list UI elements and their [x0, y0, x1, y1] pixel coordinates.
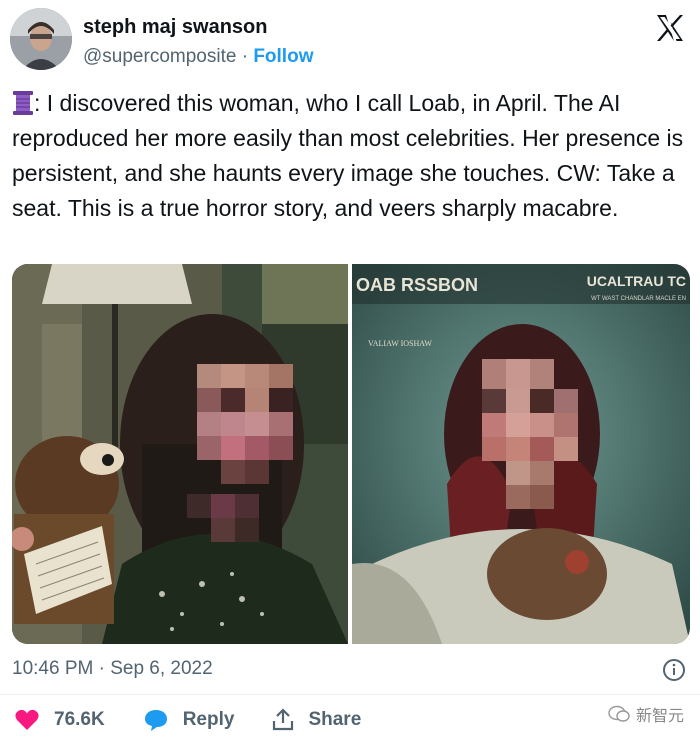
like-button[interactable]: 76.6K: [14, 708, 105, 732]
right-image-title-left: OAB RSSBON: [356, 275, 478, 295]
divider: [0, 694, 700, 695]
tweet-text: : I discovered this woman, who I call Lo…: [12, 86, 692, 226]
share-button[interactable]: Share: [272, 708, 361, 732]
follow-button[interactable]: Follow: [253, 46, 313, 67]
right-image-subtitle: WT WAST CHANDLAR MACLE EN: [591, 296, 686, 302]
info-icon[interactable]: [662, 658, 686, 682]
right-artwork[interactable]: OAB RSSBON UCALTRAU TC WT WAST CHANDLAR …: [352, 264, 690, 644]
left-photo[interactable]: [12, 264, 348, 644]
author-handle-row: @supercomposite · Follow: [83, 46, 313, 68]
action-bar: 76.6K Reply Share: [14, 708, 399, 732]
share-label: Share: [308, 709, 362, 730]
right-image-title-right: UCALTRAU TC: [587, 273, 686, 289]
tweet-body: : I discovered this woman, who I call Lo…: [12, 90, 684, 221]
watermark-text: 新智元: [635, 708, 684, 725]
reply-label: Reply: [182, 709, 235, 730]
author-name[interactable]: steph maj swanson: [83, 16, 268, 39]
share-icon: [273, 708, 294, 731]
author-avatar[interactable]: [10, 8, 72, 70]
watermark: 新智元: [608, 702, 684, 726]
tweet-timestamp[interactable]: 10:46 PM · Sep 6, 2022: [12, 658, 213, 680]
heart-icon: [15, 709, 39, 730]
tweet-media[interactable]: OAB RSSBON UCALTRAU TC WT WAST CHANDLAR …: [12, 264, 690, 644]
separator-dot: ·: [241, 46, 249, 67]
author-handle[interactable]: @supercomposite: [83, 46, 236, 67]
spool-of-thread-icon: [12, 90, 34, 116]
right-image-caption: VALIAW IOSHAW: [368, 339, 432, 348]
x-logo-icon[interactable]: [654, 12, 686, 44]
wechat-logo-icon: [608, 705, 630, 722]
reply-button[interactable]: Reply: [143, 708, 235, 732]
like-count: 76.6K: [54, 709, 105, 730]
speech-bubble-icon: [144, 710, 167, 731]
